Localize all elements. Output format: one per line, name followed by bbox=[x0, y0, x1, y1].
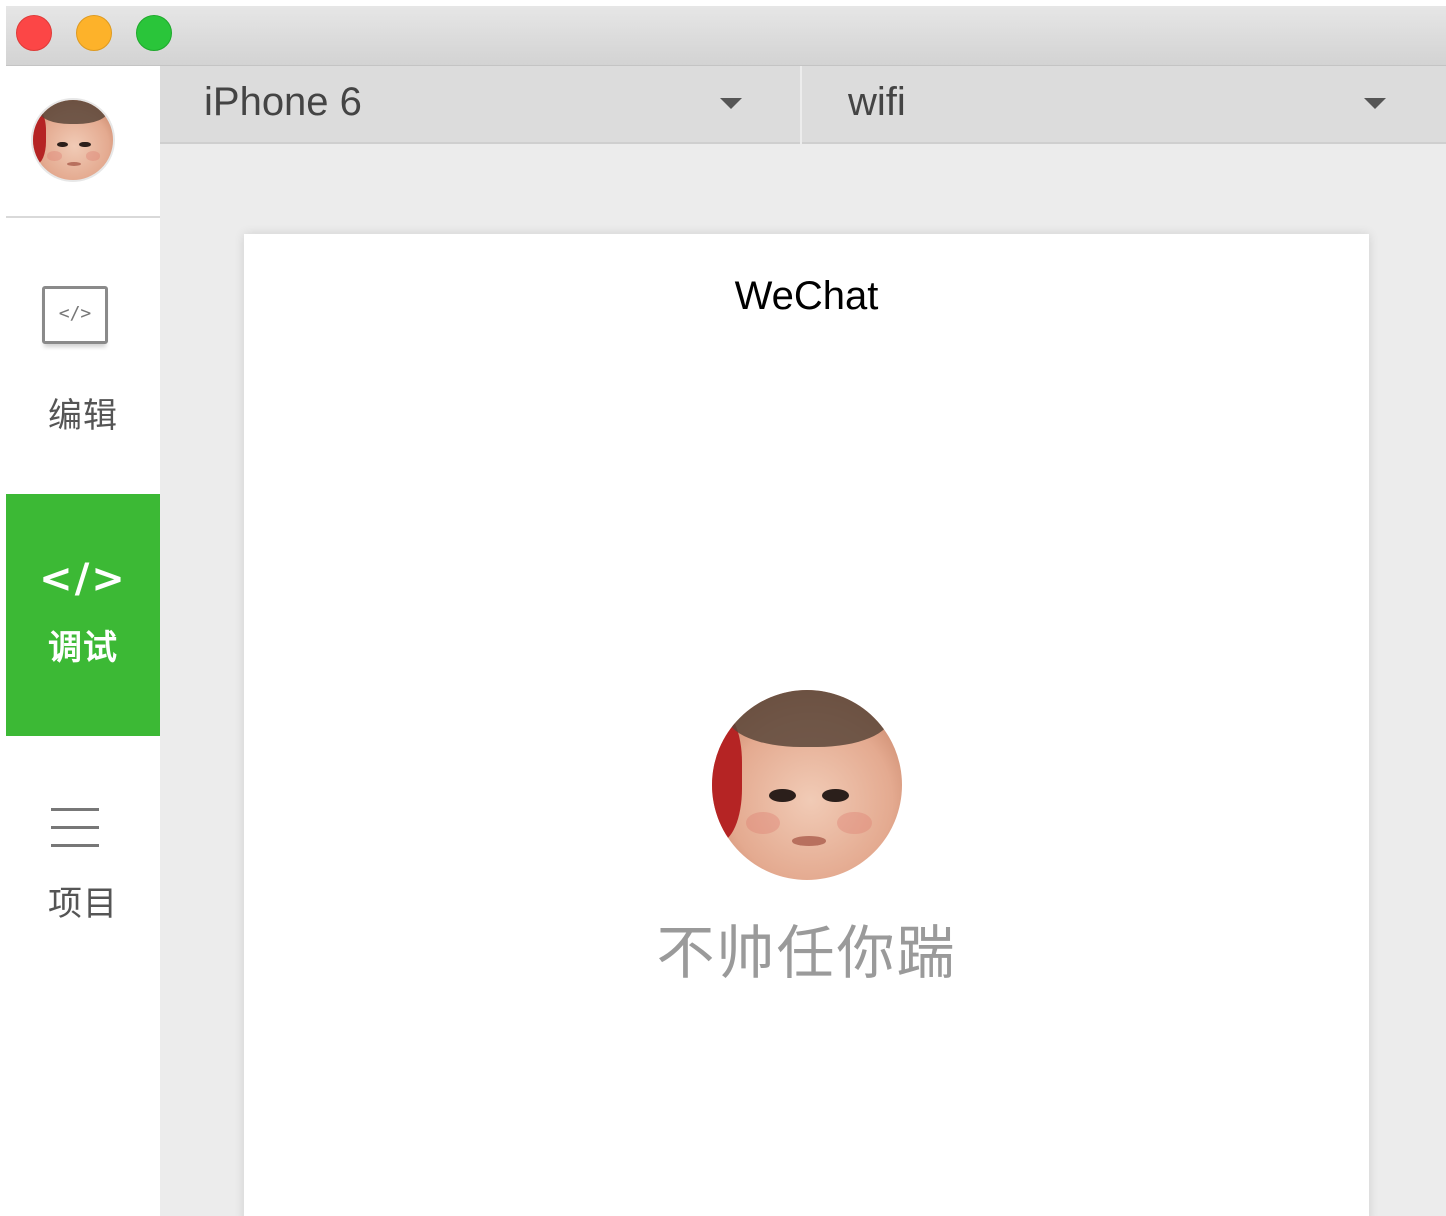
network-select-value: wifi bbox=[848, 80, 906, 124]
sidebar-item-label: 项目 bbox=[48, 885, 118, 923]
code-editor-icon: </> bbox=[42, 286, 108, 344]
simulator-toolbar: iPhone 6 wifi bbox=[160, 66, 1446, 144]
code-brackets-icon: </> bbox=[39, 556, 127, 602]
page-title: WeChat bbox=[734, 274, 879, 318]
maximize-window-button[interactable] bbox=[136, 15, 172, 51]
chevron-down-icon bbox=[1364, 98, 1386, 109]
app-window: </> 编辑 </> 调试 项目 iPhone 6 wifi WeChat 不帅… bbox=[6, 6, 1446, 1216]
avatar-hair-shape bbox=[727, 690, 891, 747]
avatar-mouth bbox=[66, 161, 81, 166]
network-select[interactable]: wifi bbox=[804, 66, 1446, 144]
menu-line bbox=[51, 808, 99, 811]
menu-lines-icon bbox=[51, 808, 99, 848]
avatar-cheek-left bbox=[47, 151, 62, 161]
menu-line bbox=[51, 844, 99, 847]
chevron-down-icon bbox=[720, 98, 742, 109]
sidebar-item-label: 编辑 bbox=[48, 397, 118, 435]
avatar-eye-right bbox=[822, 788, 849, 803]
phone-preview[interactable]: WeChat 不帅任你踹 bbox=[244, 234, 1369, 1216]
avatar-mouth bbox=[791, 836, 826, 846]
device-select[interactable]: iPhone 6 bbox=[160, 66, 802, 144]
user-motto: 不帅任你踹 bbox=[656, 921, 957, 986]
avatar-hair-shape bbox=[39, 100, 109, 124]
avatar-eye-left bbox=[769, 788, 796, 803]
sidebar-item-project[interactable]: 项目 bbox=[6, 796, 160, 926]
minimize-window-button[interactable] bbox=[76, 15, 112, 51]
sidebar-item-label: 调试 bbox=[48, 629, 118, 667]
device-select-value: iPhone 6 bbox=[204, 80, 362, 124]
close-window-button[interactable] bbox=[16, 15, 52, 51]
avatar-cheek-right bbox=[837, 811, 872, 835]
user-avatar-area bbox=[6, 66, 160, 218]
avatar-cheek-right bbox=[85, 151, 101, 161]
avatar-eye-right bbox=[79, 141, 91, 148]
code-editor-icon-glyph: </> bbox=[58, 303, 92, 324]
user-avatar[interactable] bbox=[31, 98, 115, 182]
sidebar-item-edit[interactable]: </> 编辑 bbox=[6, 276, 160, 436]
sidebar: </> 编辑 </> 调试 项目 bbox=[6, 66, 160, 1216]
avatar-eye-left bbox=[57, 141, 69, 148]
profile-avatar[interactable] bbox=[712, 690, 902, 880]
avatar-cheek-left bbox=[746, 811, 781, 835]
sidebar-item-debug[interactable]: </> 调试 bbox=[6, 494, 160, 736]
menu-line bbox=[51, 826, 99, 829]
title-bar[interactable] bbox=[6, 6, 1446, 66]
